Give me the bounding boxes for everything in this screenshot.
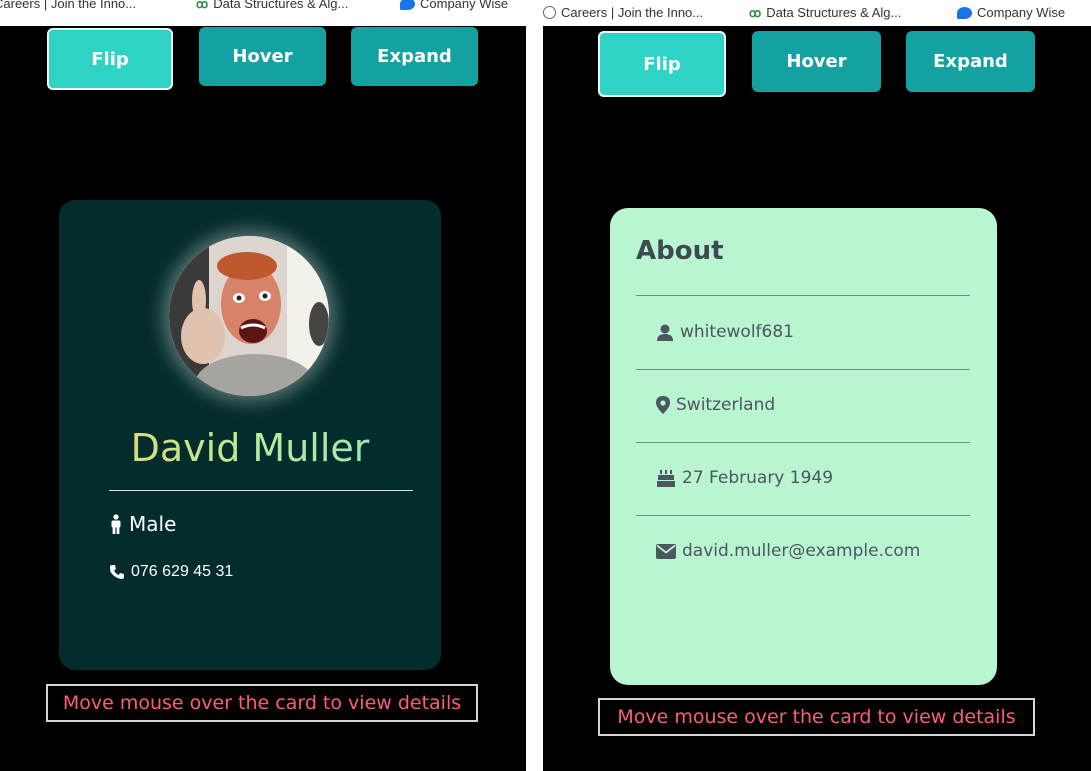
left-panel: Careers | Join the Inno... ꝏ Data Struct… [0,0,526,771]
email-text: david.muller@example.com [682,541,921,561]
email-row: david.muller@example.com [656,541,920,561]
male-icon [111,514,121,534]
bookmark-label: Careers | Join the Inno... [0,0,137,11]
divider [636,369,970,370]
hover-hint: Move mouse over the card to view details [598,698,1035,736]
about-title: About [636,236,724,266]
phone-text: 076 629 45 31 [131,563,234,580]
bookmark-company[interactable]: Company Wise [400,0,508,11]
map-marker-icon [656,396,670,414]
bookmark-dsa[interactable]: ꝏ Data Structures & Alg... [749,5,901,20]
bookmark-label: Careers | Join the Inno... [561,5,704,20]
expand-button[interactable]: Expand [906,31,1035,92]
username-text: whitewolf681 [680,322,794,342]
chat-icon [957,6,972,19]
location-text: Switzerland [676,395,776,415]
avatar [169,236,329,396]
gender-text: Male [129,512,177,536]
hover-button[interactable]: Hover [199,27,326,86]
divider [636,515,970,516]
globe-icon [543,6,556,19]
profile-card-back[interactable]: About whitewolf681 Switzerland 27 Februa… [610,208,997,685]
bookmark-dsa[interactable]: ꝏ Data Structures & Alg... [196,0,348,11]
bookmarks-bar: Careers | Join the Inno... ꝏ Data Struct… [0,0,526,26]
divider [636,295,970,296]
gfg-icon: ꝏ [749,5,762,20]
location-row: Switzerland [656,395,775,415]
phone-icon [110,565,124,579]
flip-button[interactable]: Flip [47,28,173,90]
gender-row: Male [109,512,176,536]
birthday-row: 27 February 1949 [656,468,833,488]
chat-icon [400,0,415,10]
envelope-icon [656,543,676,559]
birthday-cake-icon [657,470,675,487]
profile-card-front[interactable]: David Muller Male 076 629 45 31 [59,200,441,670]
hover-button[interactable]: Hover [752,31,881,92]
right-panel: Careers | Join the Inno... ꝏ Data Struct… [543,0,1091,771]
flip-button[interactable]: Flip [598,31,726,97]
user-icon [657,324,673,341]
bookmark-careers[interactable]: Careers | Join the Inno... [0,0,136,11]
bookmark-company[interactable]: Company Wise [957,5,1065,20]
expand-button[interactable]: Expand [351,27,478,86]
bookmark-label: Data Structures & Alg... [766,5,902,20]
bookmark-label: Company Wise [977,5,1066,20]
bookmarks-bar: Careers | Join the Inno... ꝏ Data Struct… [543,0,1091,26]
profile-name: David Muller [59,426,441,470]
phone-row: 076 629 45 31 [109,563,233,581]
avatar-photo [169,236,329,396]
hover-hint: Move mouse over the card to view details [46,684,478,722]
gfg-icon: ꝏ [196,0,209,11]
divider [109,490,413,491]
username-row: whitewolf681 [656,322,794,342]
birthday-text: 27 February 1949 [682,468,834,488]
bookmark-careers[interactable]: Careers | Join the Inno... [543,5,703,20]
bookmark-label: Data Structures & Alg... [213,0,349,11]
bookmark-label: Company Wise [420,0,509,11]
divider [636,442,970,443]
